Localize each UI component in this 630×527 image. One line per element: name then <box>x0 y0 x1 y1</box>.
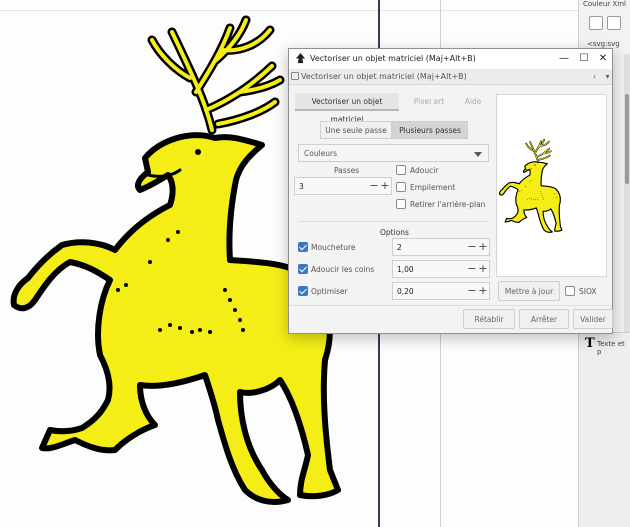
minimize-button[interactable]: — <box>556 52 572 66</box>
update-preview-button[interactable]: Mettre à jour <box>498 281 560 301</box>
speckles-label: Moucheture <box>311 243 356 252</box>
detection-mode-select[interactable]: Couleurs <box>298 144 489 162</box>
remove-background-label: Retirer l'arrière-plan <box>410 200 486 209</box>
trace-bitmap-dialog: Vectoriser un objet matriciel (Maj+Alt+B… <box>288 48 613 334</box>
smooth-checkbox[interactable] <box>396 165 406 175</box>
dialog-window-title: Vectoriser un objet matriciel (Maj+Alt+B… <box>310 54 476 63</box>
chevron-down-icon <box>474 152 482 157</box>
detection-mode-value: Couleurs <box>304 149 338 158</box>
xml-node-label[interactable]: <svg:svg <box>587 40 620 48</box>
passes-stepper[interactable]: 3 − + <box>294 177 392 195</box>
passes-increment-button[interactable]: + <box>380 179 390 193</box>
stack-label: Empilement <box>410 183 456 192</box>
maximize-button[interactable]: ☐ <box>576 52 592 66</box>
trace-preview <box>496 94 607 277</box>
dock-menu-icon[interactable]: ▾ <box>602 71 613 82</box>
dock-scrollbar-thumb[interactable] <box>625 94 629 184</box>
reset-button[interactable]: Rétablir <box>463 309 515 329</box>
close-button[interactable]: ✕ <box>595 52 611 66</box>
new-text-node-icon[interactable] <box>607 16 621 30</box>
tab-help[interactable]: Aide <box>459 93 487 111</box>
speckles-increment-button[interactable]: + <box>478 240 488 254</box>
smooth-corners-decrement-button[interactable]: − <box>467 262 477 276</box>
smooth-corners-label: Adoucir les coins <box>311 265 375 274</box>
options-separator <box>298 221 489 222</box>
optimize-checkbox[interactable] <box>298 286 308 296</box>
stop-button[interactable]: Arrêter <box>519 309 569 329</box>
xml-editor-label: Couleur Xml <box>583 0 626 8</box>
optimize-decrement-button[interactable]: − <box>467 284 477 298</box>
text-tool-panel <box>579 332 630 527</box>
siox-checkbox[interactable] <box>565 286 575 296</box>
options-header: Options <box>380 228 409 237</box>
tab-pixel-art[interactable]: Pixel art <box>411 93 447 111</box>
passes-decrement-button[interactable]: − <box>369 179 379 193</box>
smooth-corners-stepper[interactable]: 1,00 − + <box>392 260 490 278</box>
smooth-corners-checkbox[interactable] <box>298 264 308 274</box>
speckles-checkbox[interactable] <box>298 242 308 252</box>
text-tool-label: Texte et p <box>597 340 625 356</box>
dock-scrollbar[interactable] <box>624 54 630 354</box>
speckles-value: 2 <box>397 243 402 252</box>
tab-trace-bitmap[interactable]: Vectoriser un objet matriciel <box>295 93 399 124</box>
speckles-decrement-button[interactable]: − <box>467 240 477 254</box>
siox-label: SIOX <box>579 287 597 296</box>
optimize-stepper[interactable]: 0,20 − + <box>392 282 490 300</box>
multiple-scans-button[interactable]: Plusieurs passes <box>392 121 468 139</box>
smooth-corners-increment-button[interactable]: + <box>478 262 488 276</box>
new-node-icon[interactable] <box>589 16 603 30</box>
single-scan-button[interactable]: Une seule passe <box>320 121 392 139</box>
text-tool-icon[interactable]: T <box>585 336 595 351</box>
optimize-value: 0,20 <box>397 287 414 296</box>
stack-checkbox[interactable] <box>396 182 406 192</box>
dialog-tabs: Vectoriser un objet matriciel Pixel art … <box>295 93 491 124</box>
preview-stag-image <box>498 138 563 234</box>
optimize-label: Optimiser <box>311 287 348 296</box>
remove-background-checkbox[interactable] <box>396 199 406 209</box>
inkscape-app-icon <box>295 53 306 64</box>
dock-dialog-icon <box>291 72 299 80</box>
speckles-stepper[interactable]: 2 − + <box>392 238 490 256</box>
dialog-sub-title: Vectoriser un objet matriciel (Maj+Alt+B… <box>301 72 467 81</box>
optimize-increment-button[interactable]: + <box>478 284 488 298</box>
smooth-label: Adoucir <box>410 166 439 175</box>
footer-separator <box>289 305 612 306</box>
dock-back-icon[interactable]: ‹ <box>589 71 600 82</box>
passes-label: Passes <box>334 166 360 175</box>
dialog-titlebar[interactable]: Vectoriser un objet matriciel (Maj+Alt+B… <box>289 49 612 69</box>
smooth-corners-value: 1,00 <box>397 265 414 274</box>
passes-value: 3 <box>299 182 304 191</box>
validate-button[interactable]: Valider <box>573 309 613 329</box>
dialog-subheader: Vectoriser un objet matriciel (Maj+Alt+B… <box>289 69 612 85</box>
